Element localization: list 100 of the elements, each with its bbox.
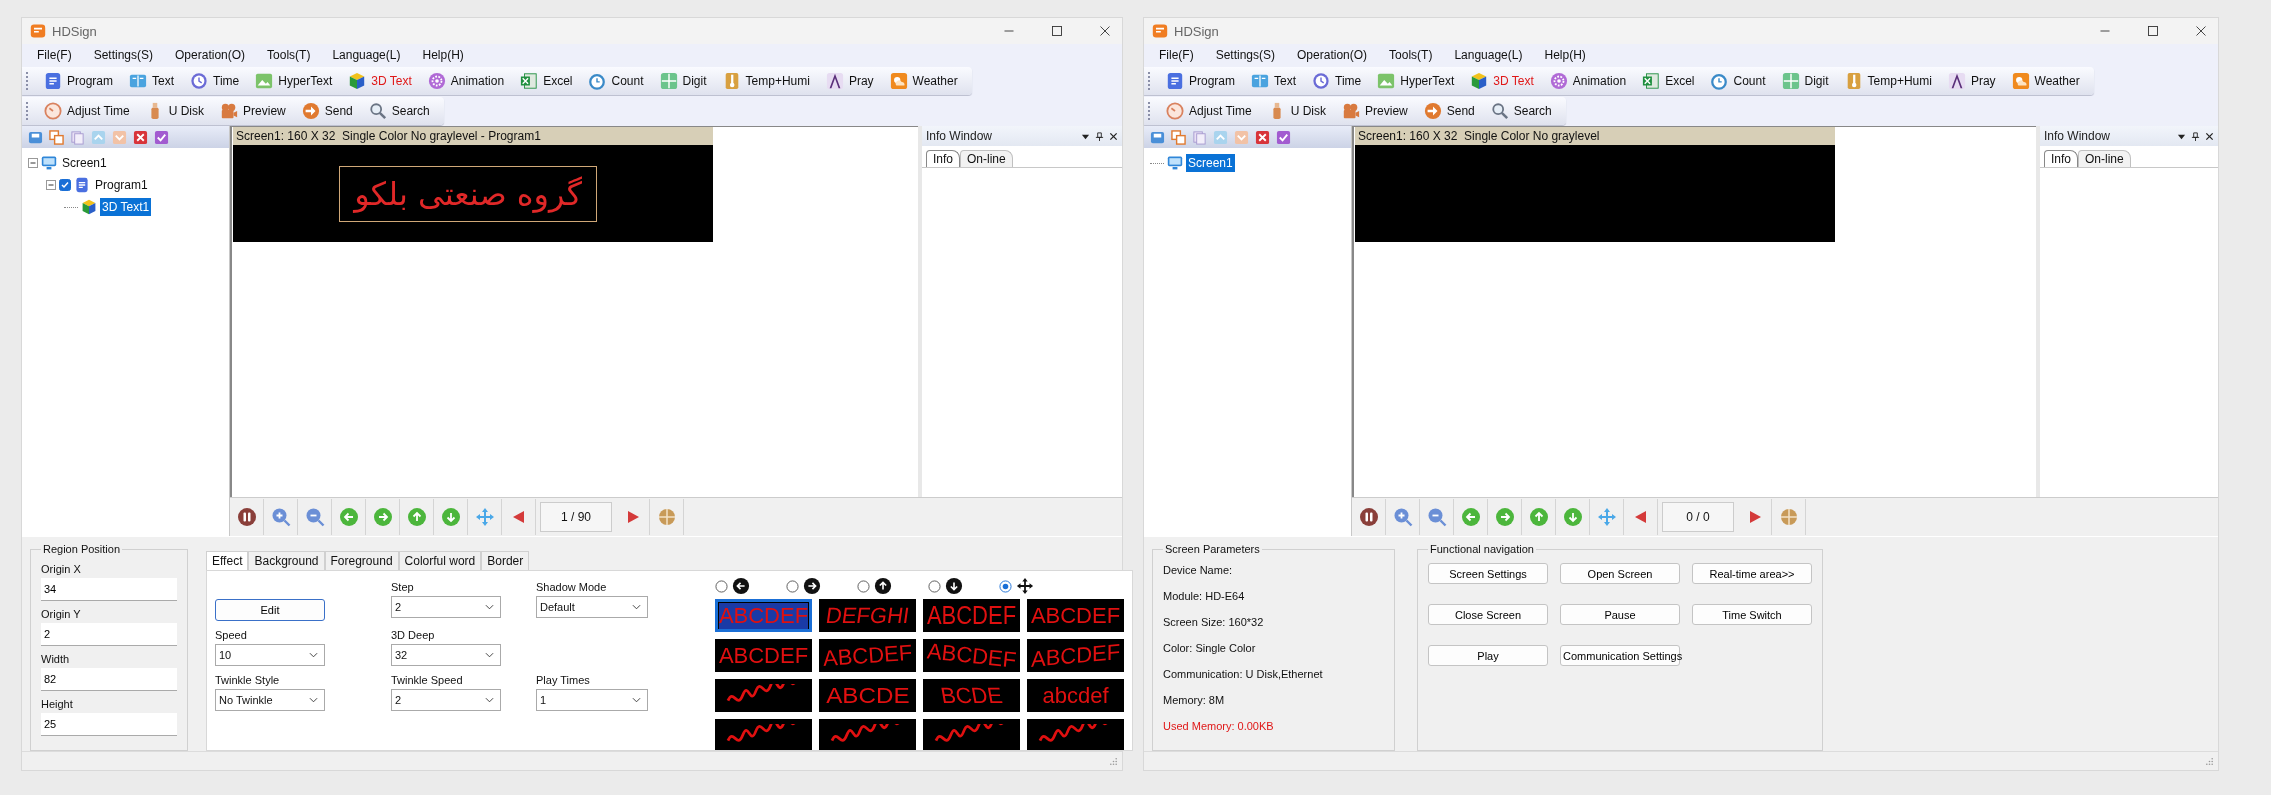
nav-button[interactable]: Time Switch [1692,604,1812,625]
tab[interactable]: Border [481,551,530,570]
menu-item[interactable]: Help(H) [1544,48,1586,62]
move-down-icon[interactable] [112,129,127,145]
toolbar-button[interactable]: Weather [2005,72,2086,90]
toolbar-button[interactable]: Search [1484,102,1558,120]
radio-button[interactable] [928,579,941,593]
radio-button[interactable] [999,579,1012,593]
radio-button[interactable] [857,579,870,593]
nav-button[interactable]: Pause [1560,604,1680,625]
checkbox[interactable] [59,179,71,191]
menu-item[interactable]: Operation(O) [1297,48,1368,62]
input-field[interactable]: 82 [41,668,177,691]
edit-button[interactable]: Edit [215,599,325,621]
toolbar-button[interactable]: Temp+Humi [716,72,816,90]
tab[interactable]: Effect [206,551,249,570]
effect-thumbnail[interactable]: DEFGHI [819,599,916,632]
menu-item[interactable]: Settings(S) [1215,48,1276,62]
arrow-down-icon[interactable] [440,507,461,527]
effect-thumbnail[interactable]: ABCDEF [923,639,1020,672]
input-field[interactable]: 2 [41,623,177,646]
toolbar-button[interactable]: Adjust Time [1160,102,1258,120]
move-down-icon[interactable] [1234,129,1249,145]
check-icon[interactable] [154,129,169,145]
effect-thumbnail[interactable] [819,719,916,750]
menu-item[interactable]: File(F) [1159,48,1194,62]
toolbar-button[interactable]: Pray [819,72,880,90]
toolbar-button[interactable]: Animation [1543,72,1633,90]
toolbar-button[interactable]: U Disk [139,102,211,120]
toolbar-button[interactable]: Pray [1941,72,2002,90]
pin-icon[interactable] [2191,131,2200,141]
effect-thumbnail[interactable]: ABCDEF [715,639,812,672]
nav-button[interactable]: Communication Settings [1560,645,1680,666]
delete-icon[interactable] [1255,129,1270,145]
collapse-icon[interactable] [46,180,56,190]
tab[interactable]: On-line [960,150,1013,167]
tree-item[interactable]: Program1 [93,176,150,194]
toolbar-button[interactable]: Search [362,102,436,120]
dropdown[interactable]: 2 [391,689,501,711]
toolbar-button[interactable]: Send [1417,102,1481,120]
menu-item[interactable]: Language(L) [1454,48,1523,62]
arrow-down-icon[interactable] [1562,507,1583,527]
move-up-icon[interactable] [91,129,106,145]
dropdown[interactable]: 2 [391,596,501,618]
tab[interactable]: Background [248,551,325,570]
toolbar-button[interactable]: Excel [1636,72,1701,90]
toolbar-button[interactable]: HyperText [249,72,339,90]
toolbar-button[interactable]: Adjust Time [38,102,136,120]
toolbar-button[interactable]: Weather [883,72,964,90]
zoom-out-icon[interactable] [304,507,325,527]
toolbar-button[interactable]: Time [184,72,246,90]
toolbar-button[interactable]: Send [295,102,359,120]
toolbar-button[interactable]: Text [123,72,181,90]
pause-icon[interactable] [236,507,257,527]
menu-item[interactable]: Operation(O) [175,48,246,62]
toolbar-button[interactable]: Program [1160,72,1241,90]
move-icon[interactable] [1596,507,1617,527]
toolbar-button[interactable]: Text [1245,72,1303,90]
move-icon[interactable] [474,507,495,527]
check-icon[interactable] [1276,129,1291,145]
toolbar-button[interactable]: Animation [421,72,511,90]
effect-thumbnail[interactable]: abcdef [1027,679,1124,712]
toolbar-button[interactable]: Preview [214,102,292,120]
led-text[interactable]: گروه صنعتی بلکو [339,165,597,222]
nav-button[interactable]: Close Screen [1428,604,1548,625]
toolbar-button[interactable]: U Disk [1261,102,1333,120]
effect-thumbnail[interactable] [1027,719,1124,750]
arrow-up-icon[interactable] [1528,507,1549,527]
collapse-icon[interactable] [28,158,38,168]
tree-item[interactable]: 3D Text1 [100,198,152,216]
crosshair-icon[interactable] [1778,507,1799,527]
toolbar-button[interactable]: Digit [653,72,713,90]
move-up-icon[interactable] [1213,129,1228,145]
toolbar-button[interactable]: Digit [1775,72,1835,90]
dropdown[interactable]: 32 [391,644,501,666]
dropdown[interactable]: Default [536,596,648,618]
toolbar-button[interactable]: Preview [1336,102,1414,120]
effect-thumbnail[interactable] [715,719,812,750]
copy-icon[interactable] [49,129,64,145]
arrow-right-icon[interactable] [1494,507,1515,527]
effect-thumbnail[interactable] [715,679,812,712]
nav-button[interactable]: Play [1428,645,1548,666]
dropdown[interactable]: 10 [215,644,325,666]
arrow-left-icon[interactable] [338,507,359,527]
arrow-up-icon[interactable] [406,507,427,527]
dropdown[interactable]: 1 [536,689,648,711]
toolbar-button[interactable]: Count [1704,72,1772,90]
menu-item[interactable]: Tools(T) [267,48,311,62]
menu-item[interactable]: File(F) [37,48,72,62]
toolbar-button[interactable]: Time [1306,72,1368,90]
menu-item[interactable]: Tools(T) [1389,48,1433,62]
tab[interactable]: Info [2044,150,2078,167]
toolbar-button[interactable]: 3D Text [1464,72,1540,90]
close-icon[interactable] [2205,131,2214,141]
nav-button[interactable]: Screen Settings [1428,563,1548,584]
radio-button[interactable] [715,579,728,593]
duplicate-icon[interactable] [1192,129,1207,145]
toolbar-button[interactable]: Temp+Humi [1838,72,1938,90]
close-icon[interactable] [1109,131,1118,141]
save-icon[interactable] [28,129,43,145]
